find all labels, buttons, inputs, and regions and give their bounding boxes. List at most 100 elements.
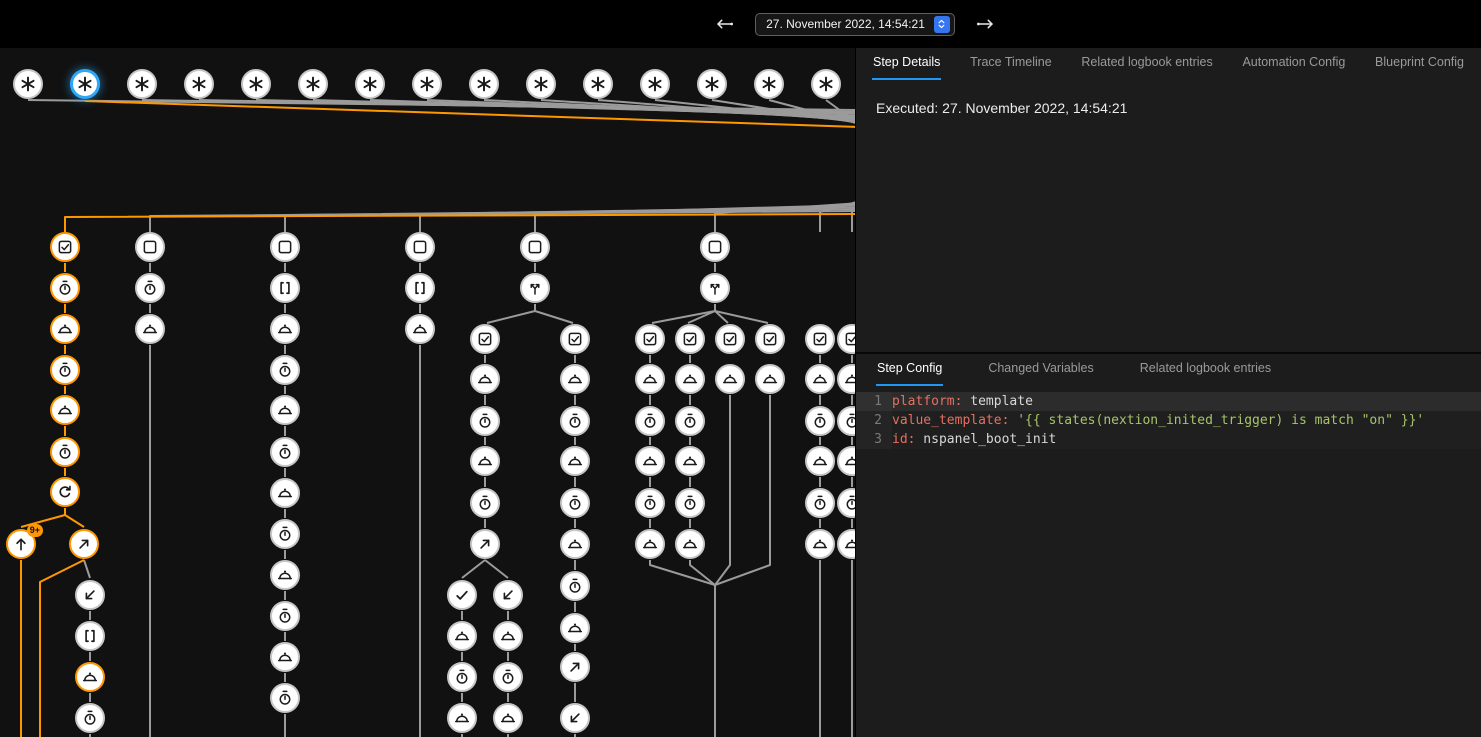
node-dome[interactable] [805, 529, 835, 559]
node-timer[interactable] [270, 683, 300, 713]
node-timer[interactable] [675, 488, 705, 518]
node-dome[interactable] [447, 703, 477, 733]
node-trigger[interactable] [13, 69, 43, 99]
node-timer[interactable] [635, 406, 665, 436]
node-trigger[interactable] [469, 69, 499, 99]
node-decision[interactable] [700, 273, 730, 303]
trace-run-select[interactable]: 27. November 2022, 14:54:21 [755, 13, 955, 36]
node-dome[interactable] [493, 621, 523, 651]
node-dome[interactable] [135, 314, 165, 344]
node-refresh[interactable] [50, 477, 80, 507]
node-arrow-up[interactable]: 9+ [6, 529, 36, 559]
node-dome[interactable] [805, 364, 835, 394]
node-check[interactable] [560, 324, 590, 354]
node-arrow-sw[interactable] [493, 580, 523, 610]
next-trace-button[interactable] [973, 11, 999, 37]
node-timer[interactable] [560, 488, 590, 518]
node-dome[interactable] [270, 478, 300, 508]
node-trigger[interactable] [355, 69, 385, 99]
node-dome[interactable] [405, 314, 435, 344]
node-timer[interactable] [270, 437, 300, 467]
node-timer[interactable] [75, 703, 105, 733]
node-dome[interactable] [805, 446, 835, 476]
node-dome[interactable] [50, 395, 80, 425]
node-trigger[interactable] [127, 69, 157, 99]
node-dome[interactable] [715, 364, 745, 394]
node-brackets[interactable] [75, 621, 105, 651]
node-check-plain[interactable] [447, 580, 477, 610]
node-brackets[interactable] [270, 273, 300, 303]
node-trigger[interactable] [754, 69, 784, 99]
node-check[interactable] [50, 232, 80, 262]
node-timer[interactable] [805, 406, 835, 436]
node-dome[interactable] [493, 703, 523, 733]
node-timer[interactable] [50, 355, 80, 385]
tab-blueprint-config[interactable]: Blueprint Config [1374, 55, 1465, 80]
node-timer[interactable] [560, 571, 590, 601]
node-trigger[interactable] [184, 69, 214, 99]
tab-automation-config[interactable]: Automation Config [1241, 55, 1346, 80]
node-timer[interactable] [493, 662, 523, 692]
tab-trace-timeline[interactable]: Trace Timeline [969, 55, 1053, 80]
node-trigger[interactable] [412, 69, 442, 99]
node-dome[interactable] [270, 395, 300, 425]
node-check[interactable] [805, 324, 835, 354]
node-timer[interactable] [447, 662, 477, 692]
node-arrow-sw[interactable] [75, 580, 105, 610]
node-dome[interactable] [560, 529, 590, 559]
node-trigger[interactable] [241, 69, 271, 99]
prev-trace-button[interactable] [711, 11, 737, 37]
node-decision[interactable] [520, 273, 550, 303]
node-timer[interactable] [560, 406, 590, 436]
node-dome[interactable] [755, 364, 785, 394]
node-timer[interactable] [135, 273, 165, 303]
node-dome[interactable] [635, 446, 665, 476]
node-arrow-ne[interactable] [560, 652, 590, 682]
node-trigger[interactable] [640, 69, 670, 99]
tab-related-logbook-entries[interactable]: Related logbook entries [1080, 55, 1213, 80]
node-arrow-sw[interactable] [560, 703, 590, 733]
node-timer[interactable] [470, 406, 500, 436]
node-timer[interactable] [470, 488, 500, 518]
node-timer[interactable] [50, 273, 80, 303]
node-dome[interactable] [270, 642, 300, 672]
node-check[interactable] [675, 324, 705, 354]
node-dome[interactable] [50, 314, 80, 344]
trace-graph-canvas[interactable]: 9+ [0, 48, 855, 737]
node-trigger[interactable] [583, 69, 613, 99]
node-brackets[interactable] [405, 273, 435, 303]
node-dome[interactable] [447, 621, 477, 651]
tab-step-details[interactable]: Step Details [872, 55, 941, 80]
node-dome[interactable] [675, 446, 705, 476]
node-square[interactable] [270, 232, 300, 262]
node-dome[interactable] [270, 314, 300, 344]
tab-step-config[interactable]: Step Config [876, 361, 943, 386]
node-dome[interactable] [635, 529, 665, 559]
node-trigger[interactable] [811, 69, 841, 99]
node-check[interactable] [715, 324, 745, 354]
node-trigger[interactable] [697, 69, 727, 99]
node-timer[interactable] [270, 519, 300, 549]
tab-related-logbook-entries[interactable]: Related logbook entries [1139, 361, 1272, 386]
node-dome[interactable] [470, 364, 500, 394]
node-trigger[interactable] [70, 69, 100, 99]
node-dome[interactable] [270, 560, 300, 590]
node-square[interactable] [700, 232, 730, 262]
node-dome[interactable] [675, 529, 705, 559]
node-dome[interactable] [675, 364, 705, 394]
node-timer[interactable] [50, 437, 80, 467]
node-check[interactable] [470, 324, 500, 354]
node-square[interactable] [520, 232, 550, 262]
node-dome[interactable] [560, 613, 590, 643]
node-timer[interactable] [270, 601, 300, 631]
node-dome[interactable] [560, 364, 590, 394]
node-arrow-ne[interactable] [470, 529, 500, 559]
node-timer[interactable] [635, 488, 665, 518]
code-editor[interactable]: 1platform: template2value_template: '{{ … [856, 392, 1481, 449]
node-dome[interactable] [560, 446, 590, 476]
node-timer[interactable] [675, 406, 705, 436]
node-square[interactable] [405, 232, 435, 262]
tab-changed-variables[interactable]: Changed Variables [987, 361, 1094, 386]
node-timer[interactable] [270, 355, 300, 385]
node-check[interactable] [635, 324, 665, 354]
